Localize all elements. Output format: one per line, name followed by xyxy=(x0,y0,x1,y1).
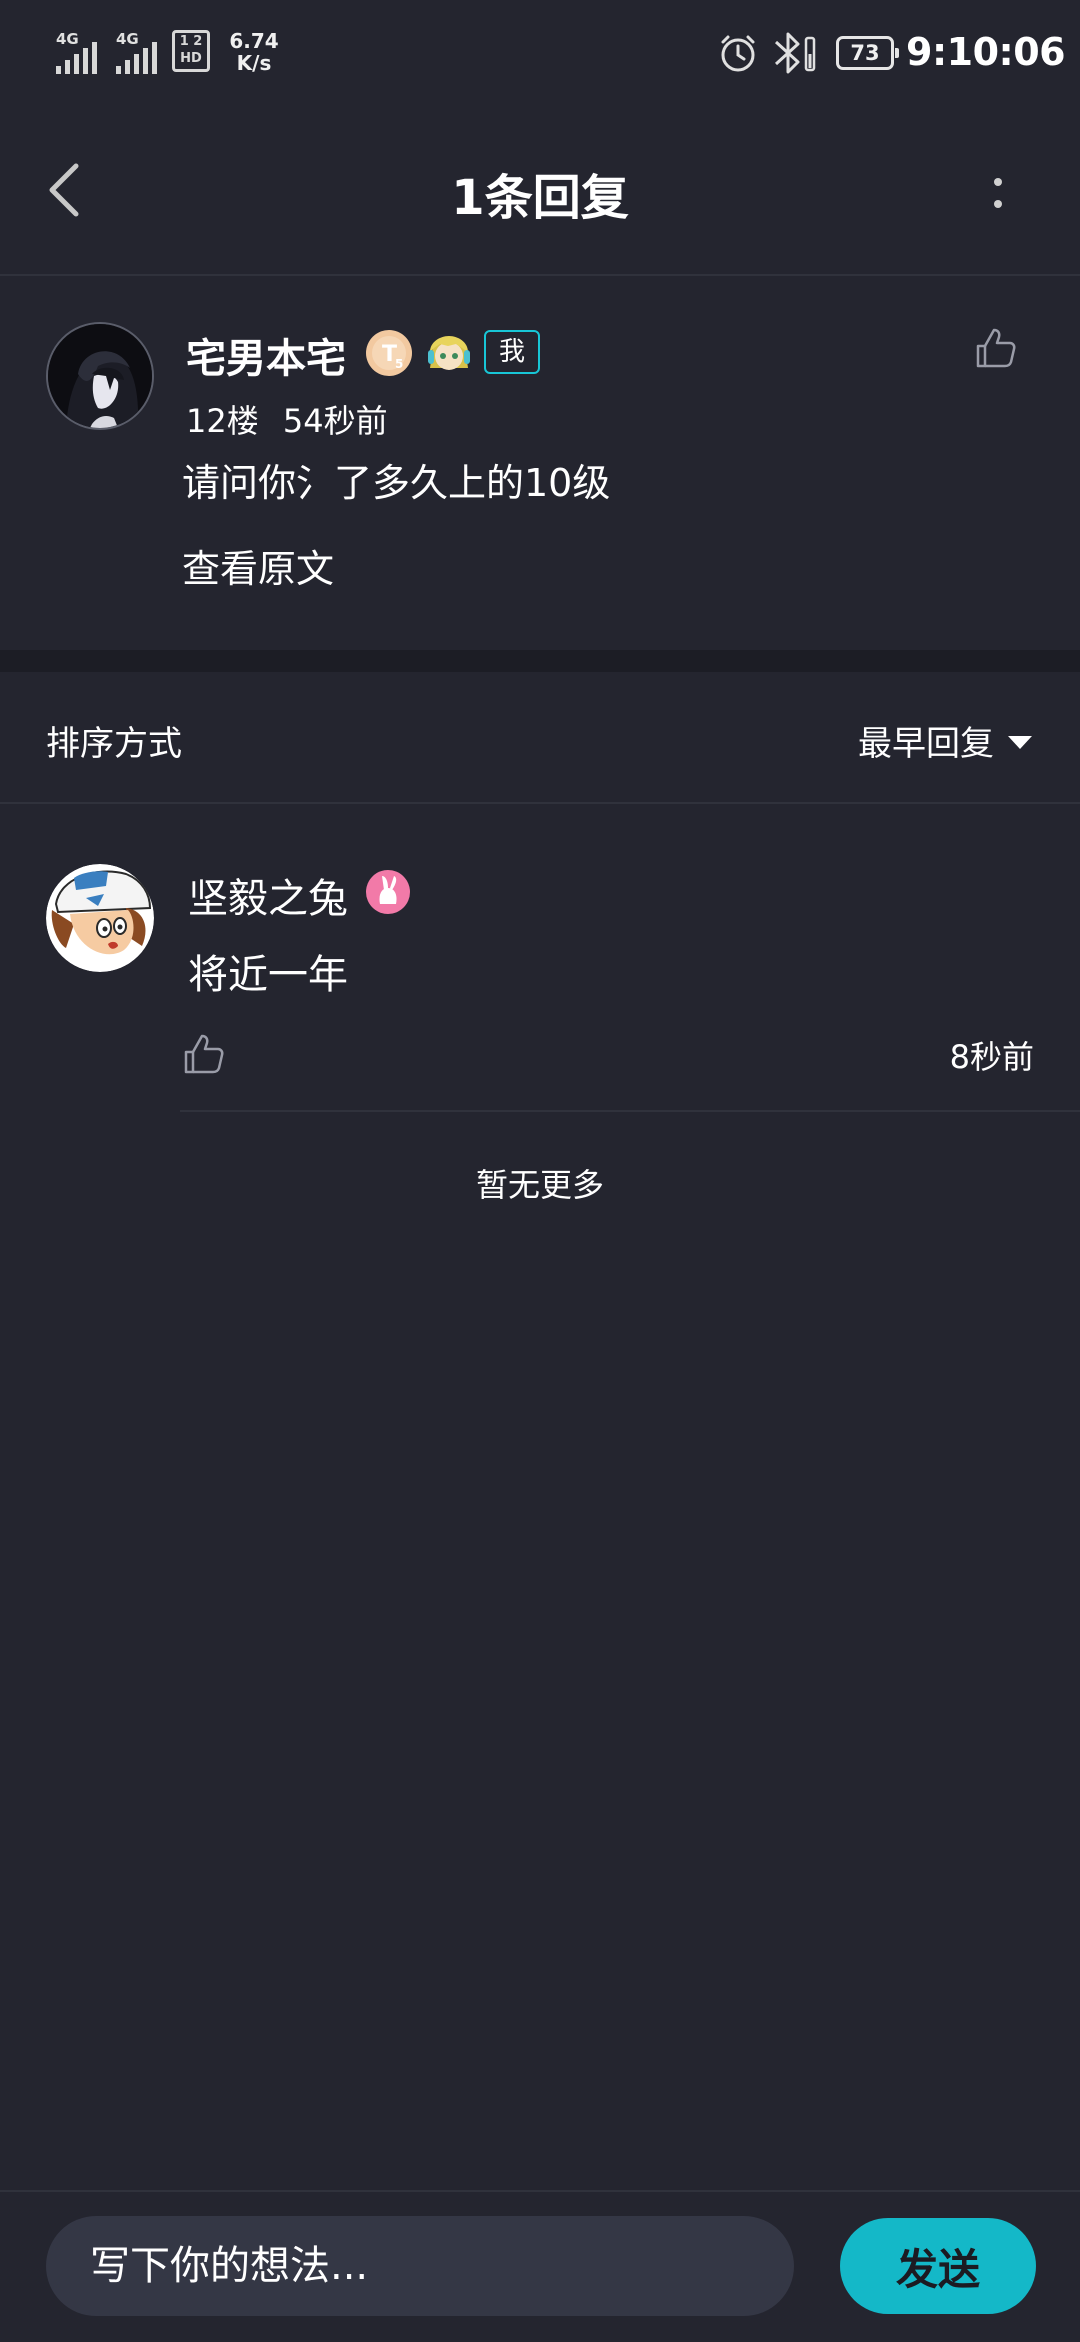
battery-icon: 73 xyxy=(836,36,899,70)
svg-text:5: 5 xyxy=(395,357,403,371)
comment-text: 请问你氵了多久上的10级 xyxy=(182,461,611,505)
me-badge: 我 xyxy=(484,330,540,374)
reply-text: 将近一年 xyxy=(188,952,348,998)
post-meta: 12楼 54秒前 xyxy=(186,396,388,442)
avatar[interactable] xyxy=(46,864,154,972)
more-vertical-icon[interactable] xyxy=(978,162,1018,222)
network-speed: 6.74 K/s xyxy=(224,30,284,74)
view-original-link[interactable]: 查看原文 xyxy=(182,538,334,593)
comment-input[interactable] xyxy=(46,2216,794,2316)
post-time: 54秒前 xyxy=(282,402,388,440)
author-name[interactable]: 宅男本宅 xyxy=(186,326,346,384)
bluetooth-icon xyxy=(774,32,816,74)
anime-avatar-badge-icon xyxy=(428,336,470,370)
rabbit-badge-icon xyxy=(366,870,410,914)
level-badge-icon: T 5 xyxy=(366,330,412,376)
divider xyxy=(180,1110,1080,1112)
status-time: 9:10:06 xyxy=(906,30,1066,74)
hd-voice-icon: 1 2 HD xyxy=(172,30,210,72)
floor-number: 12楼 xyxy=(186,402,259,440)
top-app-bar: 1条回复 xyxy=(0,110,1080,276)
sort-selected-value: 最早回复 xyxy=(858,724,994,764)
page-title: 1条回复 xyxy=(451,170,629,226)
send-button[interactable]: 发送 xyxy=(840,2218,1036,2314)
comment-composer: 发送 xyxy=(0,2190,1080,2342)
end-of-list-text: 暂无更多 xyxy=(475,1166,604,1204)
reply-item: 坚毅之兔 将近一年 8秒前 xyxy=(0,804,1080,1112)
sort-bar: 排序方式 最早回复 xyxy=(0,672,1080,804)
reply-author-name[interactable]: 坚毅之兔 xyxy=(188,866,348,924)
sort-dropdown[interactable]: 最早回复 xyxy=(858,716,1032,765)
thumbs-up-icon[interactable] xyxy=(972,324,1020,372)
network-speed-unit: K/s xyxy=(236,51,272,75)
status-bar: 4G 4G 1 2 HD 6.74 K/s 73 9:10:06 xyxy=(0,0,1080,110)
alarm-icon xyxy=(721,35,755,72)
avatar[interactable] xyxy=(46,322,154,430)
network-speed-value: 6.74 xyxy=(229,29,279,53)
sort-label: 排序方式 xyxy=(46,724,182,764)
original-comment: 宅男本宅 T 5 我 12楼 54秒前 请问你氵了多久上的10级 查看原文 xyxy=(0,276,1080,650)
thumbs-up-icon[interactable] xyxy=(180,1030,228,1078)
caret-down-icon xyxy=(1008,736,1032,749)
section-divider xyxy=(0,650,1080,672)
reply-time: 8秒前 xyxy=(949,1038,1034,1076)
